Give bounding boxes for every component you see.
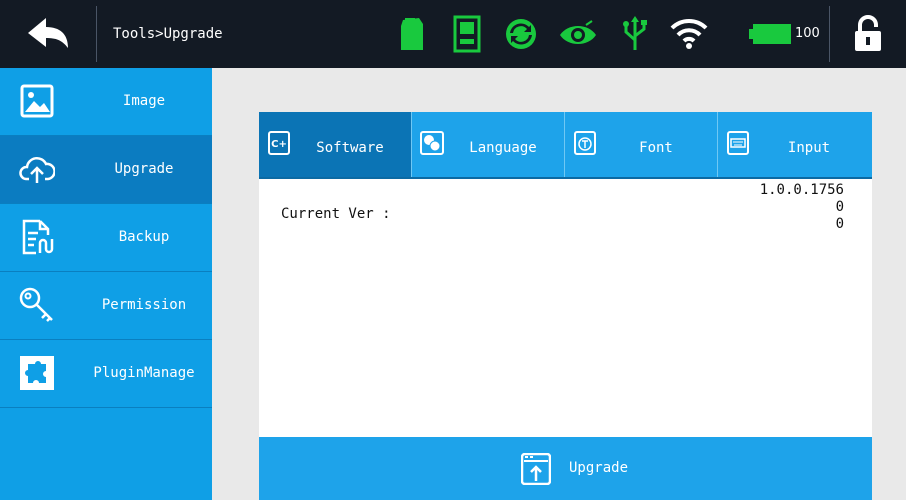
breadcrumb: Tools>Upgrade bbox=[113, 26, 223, 42]
sidebar-item-backup[interactable]: Backup bbox=[0, 204, 212, 272]
cloud-upload-icon bbox=[19, 151, 55, 187]
lock-icon bbox=[855, 15, 881, 51]
sidebar: Image Upgrade Backup Permission PluginMa… bbox=[0, 68, 212, 500]
upload-icon bbox=[520, 452, 552, 486]
printer-icon bbox=[447, 14, 487, 54]
tab-label: Input bbox=[787, 140, 831, 156]
tab-bar: C+ Software Language Font Input bbox=[259, 112, 872, 179]
c-plus-icon: C+ bbox=[267, 130, 291, 156]
usb-icon bbox=[615, 14, 655, 54]
sidebar-item-label: Image bbox=[122, 93, 166, 109]
sidebar-item-label: Backup bbox=[118, 229, 170, 245]
font-icon bbox=[573, 130, 597, 156]
sidebar-item-label: Upgrade bbox=[114, 161, 174, 177]
lock-button[interactable] bbox=[830, 0, 906, 68]
divider bbox=[96, 6, 97, 62]
sidebar-item-image[interactable]: Image bbox=[0, 68, 212, 136]
battery-icon bbox=[749, 14, 793, 54]
tab-language[interactable]: Language bbox=[412, 112, 564, 177]
key-icon bbox=[19, 287, 55, 323]
sidebar-item-permission[interactable]: Permission bbox=[0, 272, 212, 340]
back-button[interactable] bbox=[0, 0, 96, 68]
upgrade-panel: C+ Software Language Font Input Current bbox=[259, 112, 872, 500]
version-value: 0 bbox=[835, 216, 844, 232]
sidebar-item-label: PluginManage bbox=[93, 365, 195, 381]
svg-text:C+: C+ bbox=[271, 139, 287, 150]
backup-icon bbox=[19, 219, 55, 255]
back-arrow-icon bbox=[28, 18, 68, 48]
version-value: 1.0.0.1756 bbox=[759, 182, 844, 198]
sidebar-item-label: Permission bbox=[101, 297, 187, 313]
ink-cartridge-icon bbox=[392, 14, 432, 54]
top-bar: Tools>Upgrade 100 bbox=[0, 0, 906, 68]
language-icon bbox=[420, 130, 444, 156]
current-version-label: Current Ver : bbox=[281, 206, 391, 222]
eye-icon bbox=[558, 14, 598, 54]
tab-input[interactable]: Input bbox=[718, 112, 870, 177]
tab-label: Language bbox=[469, 140, 537, 156]
tab-font[interactable]: Font bbox=[565, 112, 717, 177]
keyboard-icon bbox=[726, 130, 750, 156]
tab-label: Font bbox=[639, 140, 673, 156]
tab-label: Software bbox=[316, 140, 384, 156]
image-icon bbox=[19, 83, 55, 119]
upgrade-button-label: Upgrade bbox=[569, 460, 629, 476]
wifi-icon bbox=[669, 14, 709, 54]
sidebar-item-pluginmanage[interactable]: PluginManage bbox=[0, 340, 212, 408]
sidebar-item-upgrade[interactable]: Upgrade bbox=[0, 136, 212, 204]
tab-software[interactable]: C+ Software bbox=[259, 112, 411, 177]
sync-icon bbox=[501, 14, 541, 54]
version-value: 0 bbox=[835, 199, 844, 215]
battery-level: 100 bbox=[795, 26, 820, 41]
puzzle-icon bbox=[19, 355, 55, 391]
upgrade-button[interactable]: Upgrade bbox=[259, 437, 872, 500]
version-info: Current Ver : 1.0.0.1756 0 0 bbox=[259, 179, 872, 436]
